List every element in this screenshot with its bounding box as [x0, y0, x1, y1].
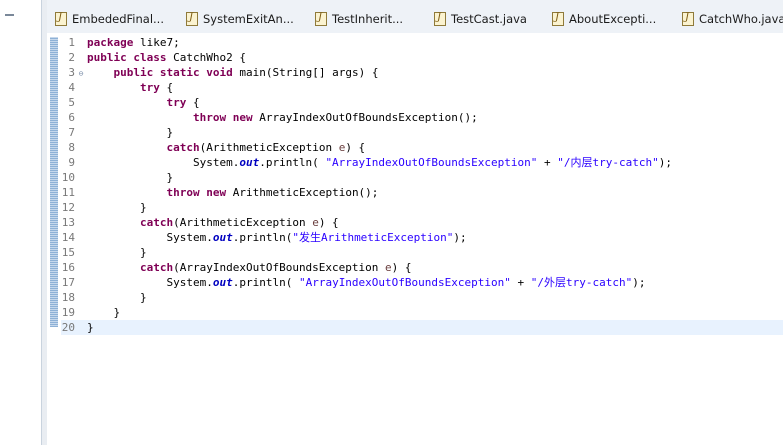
code-text: } — [87, 201, 147, 214]
editor-tab[interactable]: EmbededFinal... — [55, 8, 164, 30]
tab-label: TestCast.java — [451, 12, 527, 26]
code-text: try { — [166, 96, 200, 109]
tab-label: TestInherit... — [332, 12, 404, 26]
code-line[interactable]: 7 } — [61, 125, 783, 140]
java-file-icon — [186, 12, 198, 26]
java-file-icon — [552, 12, 564, 26]
tab-label: SystemExitAn... — [203, 12, 294, 26]
code-line[interactable]: 3 ⊖ public static void main(String[] args… — [61, 65, 783, 80]
code-text: catch(ArithmeticException e) { — [166, 141, 366, 154]
code-text: try { — [139, 81, 174, 94]
editor-tab-active[interactable]: CatchWho.java — [682, 8, 783, 30]
java-file-icon — [55, 12, 67, 26]
code-line[interactable]: 16 catch(ArrayIndexOutOfBoundsException … — [61, 260, 783, 275]
line-number: 8 — [68, 141, 75, 154]
code-line[interactable]: 2 public class CatchWho2 { — [61, 50, 783, 65]
code-line[interactable]: 13 catch(ArithmeticException e) { — [61, 215, 783, 230]
code-text: throw new ArrayIndexOutOfBoundsException… — [192, 111, 478, 124]
editor-tab[interactable]: AboutExcepti... — [552, 8, 656, 30]
line-number: 12 — [61, 201, 75, 214]
code-text: System.out.println("发生ArithmeticExceptio… — [87, 231, 467, 244]
line-number: 14 — [61, 231, 75, 244]
code-line[interactable]: 15 } — [61, 245, 783, 260]
code-text: } — [87, 291, 147, 304]
editor-tab[interactable]: TestInherit... — [315, 8, 403, 30]
code-text: System.out.println( "ArrayIndexOutOfBoun… — [87, 156, 672, 169]
code-text: catch(ArithmeticException e) { — [139, 216, 339, 229]
code-line[interactable]: 5 try { — [61, 95, 783, 110]
line-number: 18 — [61, 291, 75, 304]
code-text: throw new ArithmeticException(); — [166, 186, 379, 199]
line-number: 7 — [68, 126, 75, 139]
line-number: 6 — [68, 111, 75, 124]
code-line[interactable]: 19 } — [61, 305, 783, 320]
code-text: System.out.println( "ArrayIndexOutOfBoun… — [87, 276, 646, 289]
line-number: 5 — [68, 96, 75, 109]
tab-label: CatchWho.java — [699, 12, 783, 26]
line-number: 19 — [61, 306, 75, 319]
java-file-icon — [682, 12, 694, 26]
code-text: catch(ArrayIndexOutOfBoundsException e) … — [139, 261, 412, 274]
line-number: 4 — [68, 81, 75, 94]
minimize-icon[interactable] — [5, 14, 14, 16]
java-file-icon — [434, 12, 446, 26]
code-line[interactable]: 10 } — [61, 170, 783, 185]
java-file-icon — [315, 12, 327, 26]
code-line[interactable]: 11 throw new ArithmeticException(); — [61, 185, 783, 200]
line-number: 15 — [61, 246, 75, 259]
code-text: } — [87, 306, 121, 319]
editor-tab[interactable]: TestCast.java — [434, 8, 527, 30]
code-text: public static void main(String[] args) { — [113, 66, 379, 79]
code-line[interactable]: 12 } — [61, 200, 783, 215]
code-line[interactable]: 14 System.out.println("发生ArithmeticExcep… — [61, 230, 783, 245]
line-number: 16 — [61, 261, 75, 274]
line-number: 20 — [61, 321, 75, 334]
overview-ruler — [47, 33, 61, 445]
fold-toggle-icon[interactable]: ⊖ — [75, 66, 87, 81]
tab-label: AboutExcepti... — [569, 12, 657, 26]
line-number: 1 — [68, 36, 75, 49]
line-number: 2 — [68, 51, 75, 64]
code-line[interactable]: 17 System.out.println( "ArrayIndexOutOfB… — [61, 275, 783, 290]
code-text: package like7; — [87, 36, 180, 49]
code-area[interactable]: 1 package like7; 2 public class CatchWho2 {… — [61, 35, 783, 335]
code-line[interactable]: 8 catch(ArithmeticException e) { — [61, 140, 783, 155]
line-number: 11 — [61, 186, 75, 199]
code-text: } — [87, 246, 147, 259]
change-marker-bar — [50, 37, 58, 327]
left-panel — [0, 0, 42, 445]
line-number: 10 — [61, 171, 75, 184]
line-number: 13 — [61, 216, 75, 229]
code-text: public class CatchWho2 { — [87, 51, 246, 64]
editor-tab[interactable]: SystemExitAn... — [186, 8, 294, 30]
code-line[interactable]: 20} — [61, 320, 783, 335]
code-line[interactable]: 6 throw new ArrayIndexOutOfBoundsExcepti… — [61, 110, 783, 125]
tab-label: EmbededFinal... — [72, 12, 164, 26]
code-line[interactable]: 1 package like7; — [61, 35, 783, 50]
code-editor[interactable]: 1 package like7; 2 public class CatchWho2 {… — [47, 33, 783, 445]
code-line[interactable]: 18 } — [61, 290, 783, 305]
line-number: 17 — [61, 276, 75, 289]
code-text: } — [87, 171, 174, 184]
code-line[interactable]: 9 System.out.println( "ArrayIndexOutOfBo… — [61, 155, 783, 170]
line-number: 9 — [68, 156, 75, 169]
code-line[interactable]: 4 try { — [61, 80, 783, 95]
editor-tab-bar: EmbededFinal... SystemExitAn... TestInhe… — [47, 0, 783, 34]
code-text: } — [87, 321, 94, 334]
code-text: } — [87, 126, 174, 139]
line-number: 3 — [68, 66, 75, 79]
